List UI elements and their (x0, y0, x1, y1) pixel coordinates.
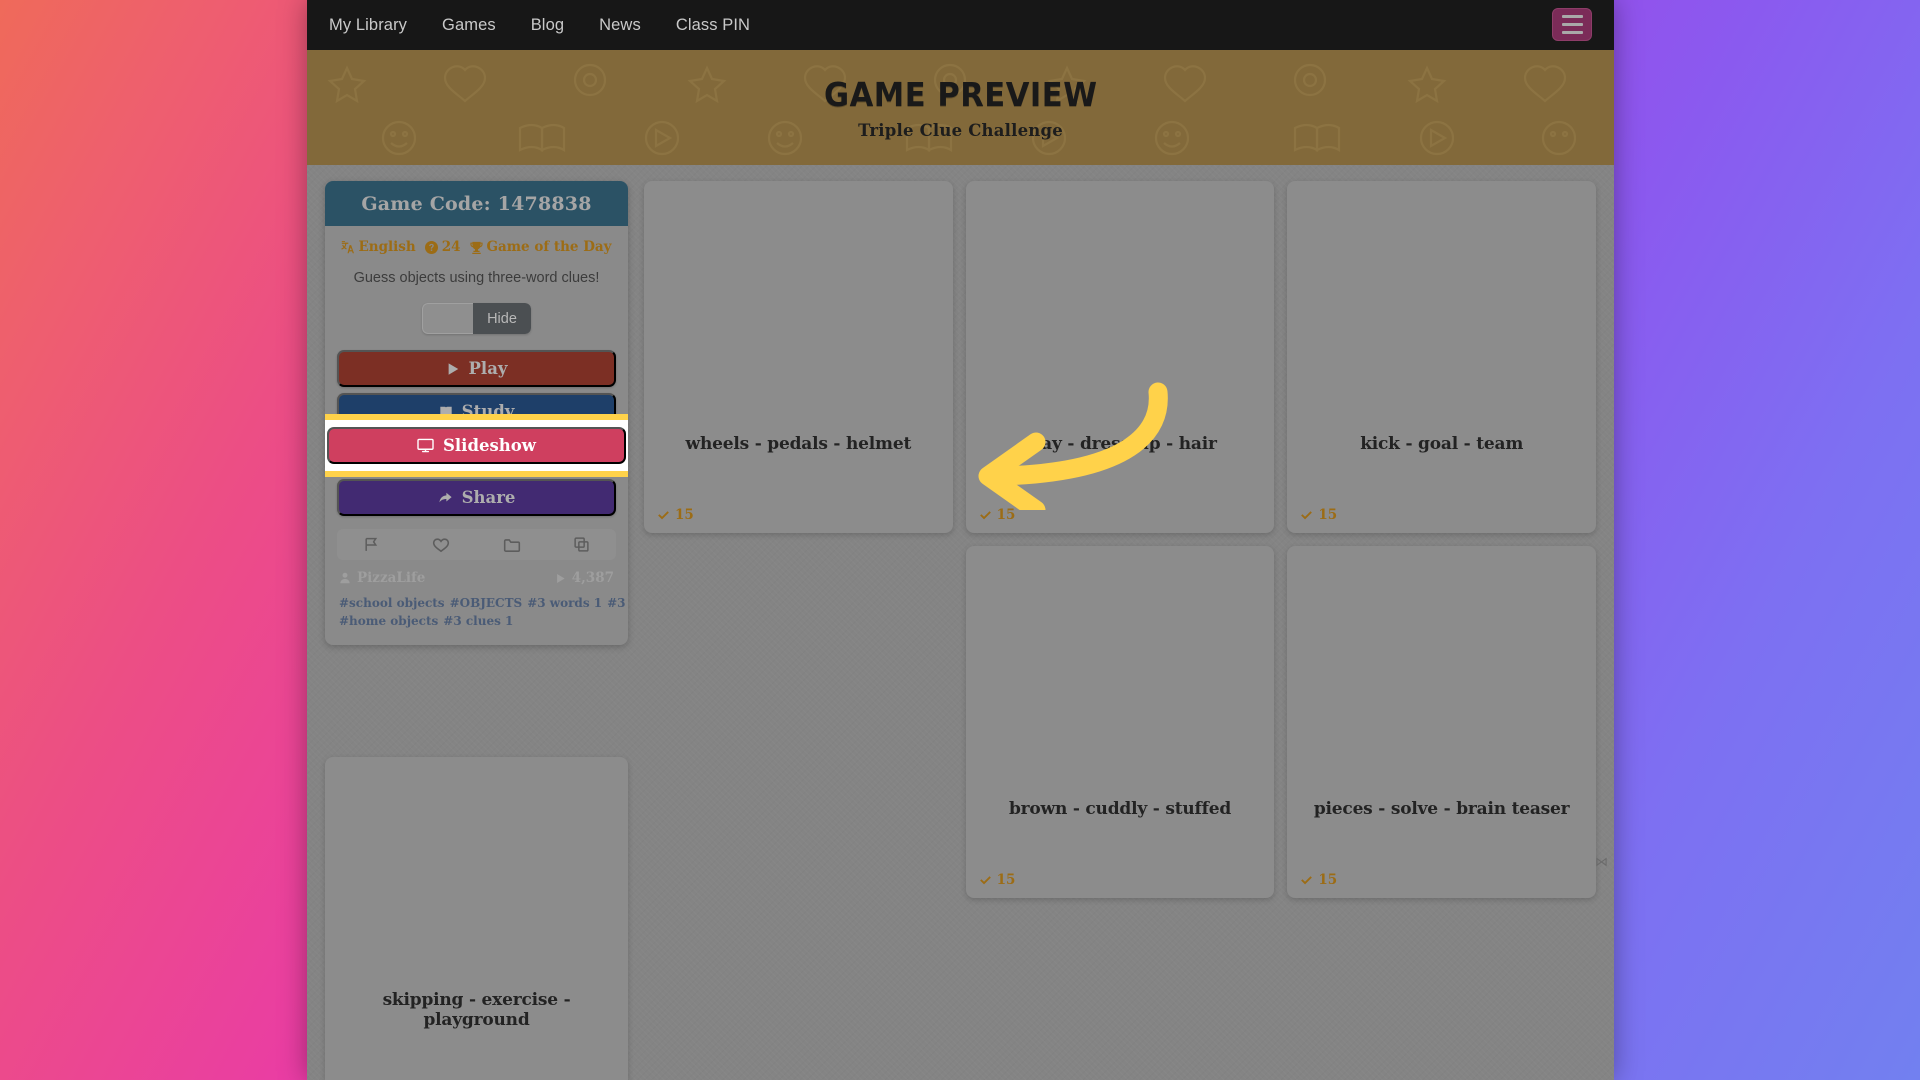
game-code-header: Game Code: 1478838 (325, 181, 628, 226)
user-icon (340, 572, 350, 584)
author-info[interactable]: PizzaLife (339, 570, 425, 586)
question-count-meta: 24 (424, 239, 461, 255)
award-label: Game of the Day (486, 239, 612, 255)
slideshow-button[interactable]: Slideshow (327, 427, 626, 465)
table-row[interactable]: pieces - solve - brain teaser 15 (1287, 546, 1596, 898)
tag-item[interactable]: #3 words 1 (527, 596, 602, 610)
page-hero-banner: Game Preview Triple Clue Challenge (307, 50, 1614, 165)
nav-class-pin[interactable]: Class PIN (676, 16, 750, 35)
tag-list: #school objects #OBJECTS #3 words 1 #3 clue… (325, 586, 628, 645)
play-count-value: 4,387 (571, 570, 614, 587)
answers-toggle-wrap: Hide (325, 287, 628, 335)
main-content: Game Code: 1478838 English 24 Game of th… (307, 165, 1614, 1080)
clue-count-value: 15 (996, 507, 1016, 523)
copy-icon[interactable] (573, 536, 590, 553)
top-navbar: My Library Games Blog News Class PIN (307, 0, 1614, 50)
share-icon (438, 491, 453, 505)
award-meta: Game of the Day (469, 239, 612, 255)
clue-count-value: 15 (996, 872, 1016, 888)
clue-label: brown - cuddly - stuffed (1008, 799, 1232, 819)
hamburger-bar (1561, 23, 1583, 26)
check-icon (979, 510, 991, 519)
clue-label: play - dress-up - hair (1023, 434, 1217, 454)
nav-games[interactable]: Games (442, 16, 496, 35)
game-meta-row: English 24 Game of the Day (325, 226, 628, 255)
clue-label: pieces - solve - brain teaser (1313, 799, 1570, 819)
tag-item[interactable]: #3 clues 1 (443, 614, 513, 628)
clue-count-value: 15 (675, 507, 694, 523)
toggle-hide-segment[interactable]: Hide (473, 303, 531, 335)
play-small-icon (556, 573, 565, 583)
nav-news[interactable]: News (599, 16, 641, 35)
table-row[interactable]: play - dress-up - hair 15 (965, 181, 1275, 533)
table-row[interactable]: kick - goal - team 15 (1287, 181, 1596, 533)
flag-icon[interactable] (363, 536, 380, 553)
clue-card-grid: wheels - pedals - helmet 15 play - dress… (644, 181, 1596, 898)
hamburger-bar (1561, 15, 1583, 18)
heart-icon[interactable] (432, 536, 450, 554)
language-label: English (358, 239, 416, 255)
slideshow-highlight-box: Slideshow (325, 414, 628, 478)
clue-label: kick - goal - team (1360, 434, 1524, 454)
table-row[interactable]: skipping - exercise - playground (325, 757, 628, 1080)
check-icon (979, 875, 991, 884)
folder-icon[interactable] (503, 536, 521, 554)
page-subtitle: Triple Clue Challenge (858, 121, 1063, 140)
status-badge: 15 (1300, 507, 1337, 523)
clue-label: skipping - exercise - playground (382, 990, 571, 1030)
tag-item[interactable]: #OBJECTS (450, 596, 523, 610)
answers-toggle[interactable]: Hide (422, 303, 531, 335)
browser-viewport: My Library Games Blog News Class PIN GAM… (307, 0, 1614, 1080)
clue-count-value: 15 (1318, 507, 1338, 523)
game-code-label: Game Code: 1478838 (361, 192, 592, 215)
play-button[interactable]: Play (337, 350, 616, 388)
share-button[interactable]: Share (337, 479, 616, 517)
author-name: PizzaLife (357, 570, 426, 587)
check-icon (658, 510, 669, 519)
language-meta: English (341, 239, 416, 255)
game-description: Guess objects using three-word clues! (353, 270, 600, 286)
language-icon (341, 240, 355, 253)
slideshow-button-label: Slideshow (443, 436, 536, 456)
tag-item[interactable]: #home objects (339, 614, 438, 628)
table-row[interactable]: wheels - pedals - helmet 15 (644, 181, 953, 533)
action-buttons-group: Play Study Share Slideshow (325, 334, 628, 517)
status-badge: 15 (657, 507, 694, 523)
status-badge: 15 (1300, 872, 1337, 888)
clue-count-value: 15 (1318, 872, 1338, 888)
game-info-card: Game Code: 1478838 English 24 Game of th… (325, 181, 628, 645)
page-title: Game Preview (823, 75, 1098, 114)
card-actions-icon-row (337, 529, 616, 561)
nav-my-library[interactable]: My Library (329, 16, 407, 35)
question-count-label: 24 (441, 239, 461, 255)
play-icon (446, 362, 460, 376)
author-row: PizzaLife 4,387 (325, 560, 628, 586)
status-badge: 15 (979, 507, 1016, 523)
table-row[interactable]: brown - cuddly - stuffed 15 (965, 546, 1275, 898)
toggle-show-segment[interactable] (422, 303, 474, 335)
hamburger-icon[interactable] (1552, 8, 1592, 41)
resize-handle-icon[interactable]: ⋈ (1595, 855, 1608, 868)
monitor-icon (417, 438, 434, 453)
hamburger-bar (1561, 31, 1583, 34)
tag-item[interactable]: #3 clues (607, 596, 628, 610)
clue-label: wheels - pedals - helmet (685, 434, 912, 454)
share-button-label: Share (461, 488, 516, 508)
status-badge: 15 (979, 872, 1016, 888)
question-circle-icon (424, 240, 438, 254)
play-count: 4,387 (555, 570, 614, 586)
check-icon (1301, 510, 1313, 519)
trophy-icon (469, 241, 483, 254)
check-icon (1301, 875, 1313, 884)
nav-blog[interactable]: Blog (531, 16, 564, 35)
tag-item[interactable]: #school objects (339, 596, 445, 610)
play-button-label: Play (468, 359, 508, 379)
